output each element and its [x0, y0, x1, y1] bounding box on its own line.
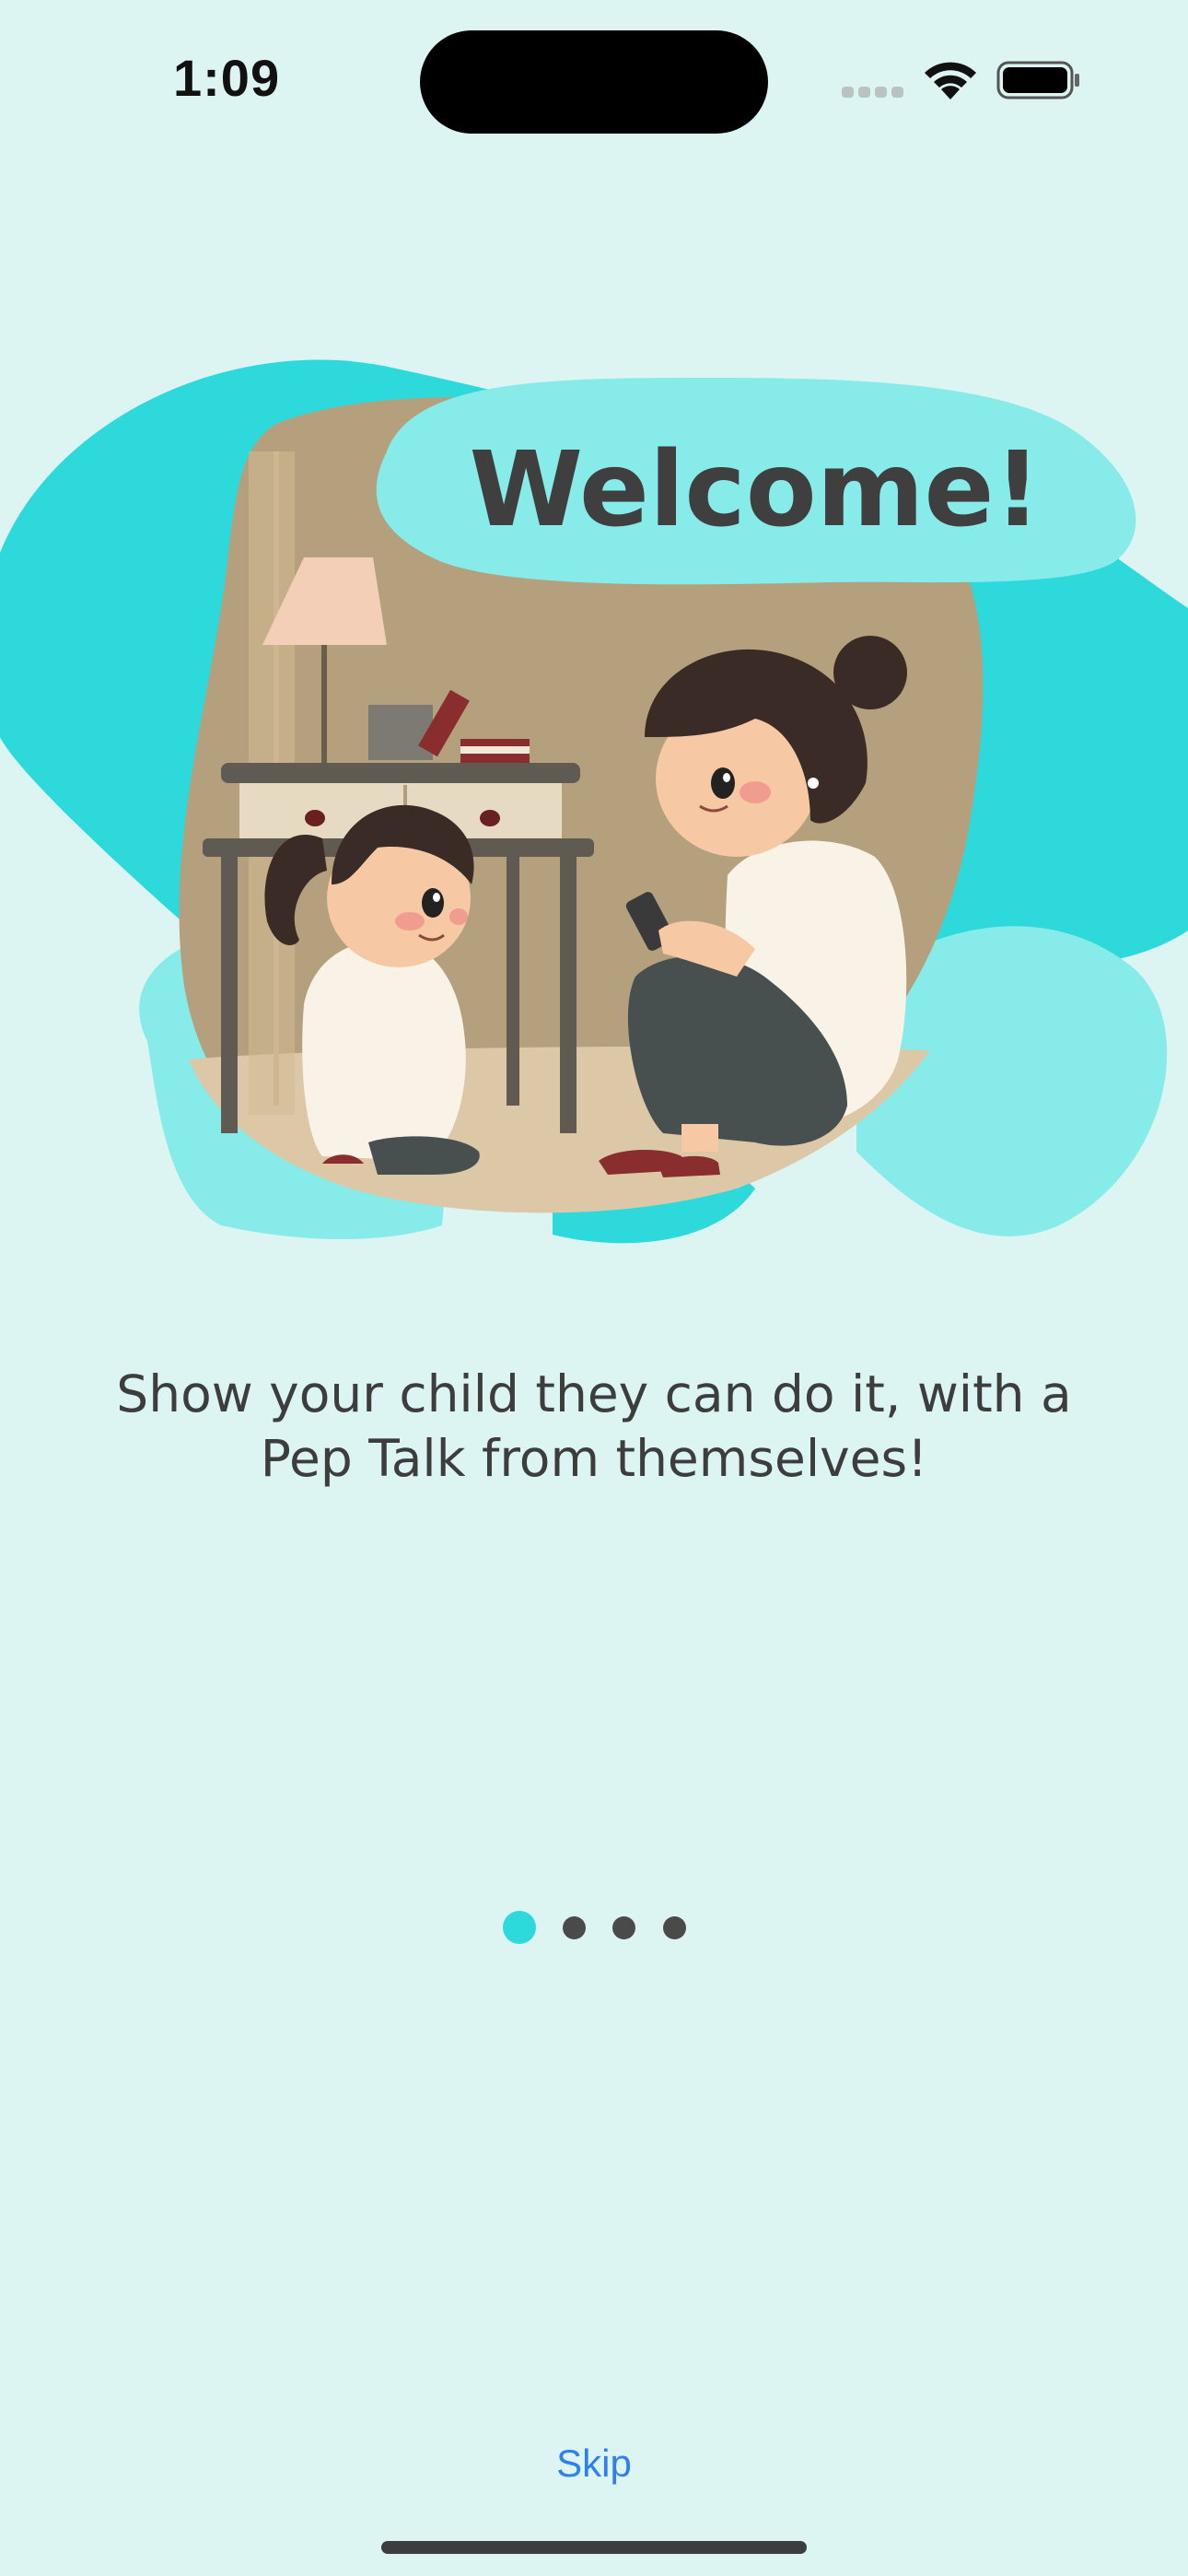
welcome-heading: Welcome! — [470, 430, 1042, 550]
page-indicator[interactable] — [503, 1911, 687, 1944]
page-dot-1[interactable] — [503, 1911, 536, 1944]
status-bar: 1:09 — [0, 0, 1188, 157]
status-time: 1:09 — [173, 49, 281, 107]
page-dot-4[interactable] — [663, 1916, 686, 1939]
battery-icon — [996, 61, 1079, 100]
page-dot-2[interactable] — [563, 1916, 586, 1939]
caption-line-1: Show your child they can do it, with a — [116, 1364, 1072, 1423]
skip-button[interactable]: Skip — [502, 2441, 686, 2486]
caption-line-2: Pep Talk from themselves! — [260, 1429, 928, 1488]
page-dot-3[interactable] — [612, 1916, 635, 1939]
wifi-icon — [925, 62, 976, 100]
cellular-signal-icon — [842, 87, 906, 100]
hero-illustration: Welcome! — [0, 341, 1188, 1262]
mother-and-child-illustration: Welcome! — [0, 359, 1188, 1244]
dynamic-island — [420, 30, 768, 134]
onboarding-caption: Show your child they can do it, with a P… — [83, 1362, 1105, 1491]
home-indicator[interactable] — [381, 2541, 807, 2554]
